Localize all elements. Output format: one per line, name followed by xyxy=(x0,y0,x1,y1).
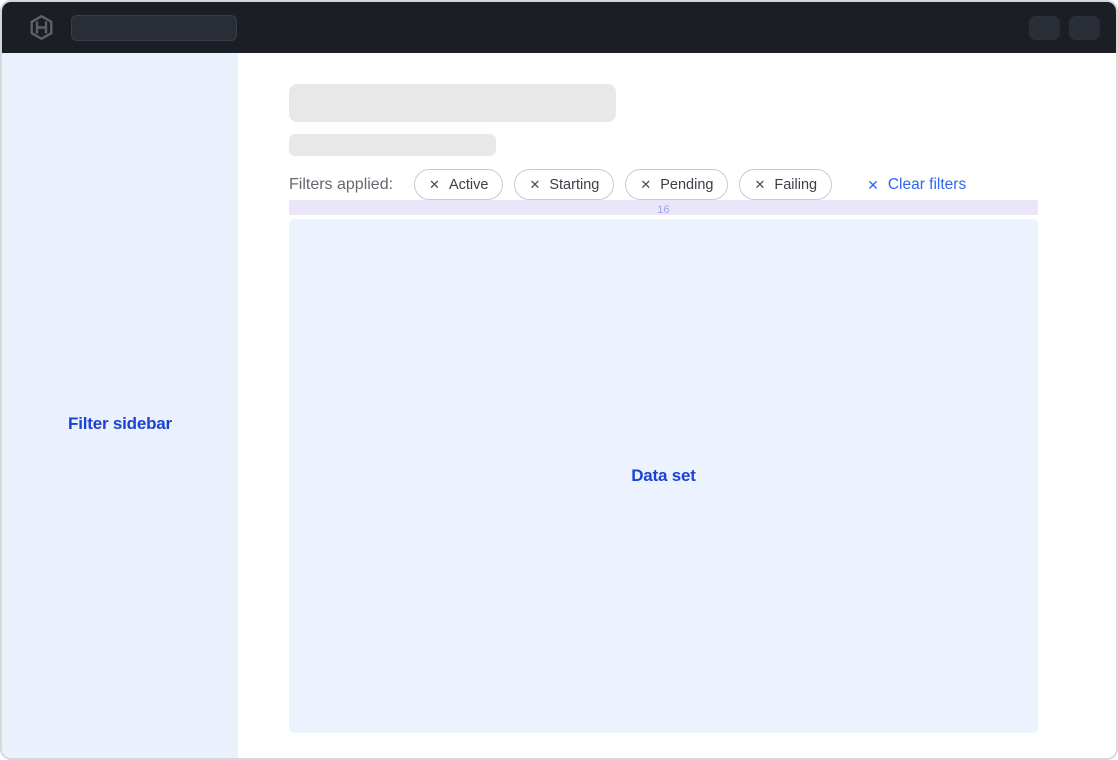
record-count: 16 xyxy=(657,204,669,216)
main-content: Filters applied: ✕ Active ✕ Starting ✕ P… xyxy=(238,53,1116,758)
nav-actions xyxy=(1029,16,1100,40)
filters-applied-label: Filters applied: xyxy=(289,176,393,194)
page-subtitle-placeholder xyxy=(289,134,496,156)
remove-filter-icon: ✕ xyxy=(429,178,440,191)
hashicorp-logo-icon xyxy=(29,14,54,41)
nav-search-placeholder[interactable] xyxy=(71,15,237,41)
record-count-bar: 16 xyxy=(289,200,1038,215)
remove-filter-icon: ✕ xyxy=(529,178,540,191)
remove-filter-icon: ✕ xyxy=(754,178,765,191)
filter-chip-label: Pending xyxy=(660,177,713,193)
filter-sidebar: Filter sidebar xyxy=(2,53,238,758)
filter-chip-label: Failing xyxy=(774,177,817,193)
page-title-placeholder xyxy=(289,84,616,122)
filter-chip-starting[interactable]: ✕ Starting xyxy=(514,169,614,200)
clear-filters-link[interactable]: ✕ Clear filters xyxy=(867,176,966,194)
data-set-area: Data set xyxy=(289,219,1038,733)
filter-chip-label: Active xyxy=(449,177,489,193)
filter-sidebar-label: Filter sidebar xyxy=(2,414,238,434)
data-set-label: Data set xyxy=(631,466,696,486)
filters-applied-row: Filters applied: ✕ Active ✕ Starting ✕ P… xyxy=(289,169,1096,200)
top-navbar xyxy=(2,2,1116,53)
remove-filter-icon: ✕ xyxy=(640,178,651,191)
filter-chip-failing[interactable]: ✕ Failing xyxy=(739,169,832,200)
filter-chip-label: Starting xyxy=(549,177,599,193)
nav-action-placeholder-1[interactable] xyxy=(1029,16,1060,40)
filter-chip-active[interactable]: ✕ Active xyxy=(414,169,503,200)
nav-action-placeholder-2[interactable] xyxy=(1069,16,1100,40)
clear-filters-label: Clear filters xyxy=(888,176,966,194)
app-window: Filter sidebar Filters applied: ✕ Active… xyxy=(0,0,1118,760)
close-icon: ✕ xyxy=(867,178,879,192)
filter-chip-pending[interactable]: ✕ Pending xyxy=(625,169,728,200)
